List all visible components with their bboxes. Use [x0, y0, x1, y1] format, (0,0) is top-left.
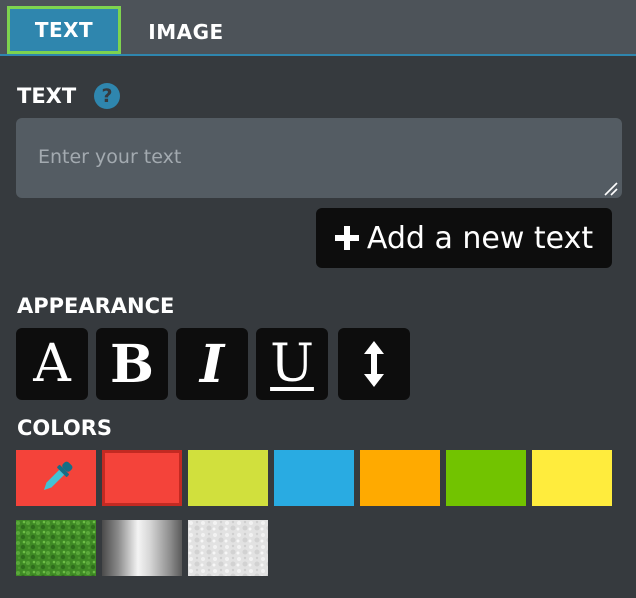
vertical-arrows-icon: [364, 341, 384, 387]
color-swatch-chrome-texture[interactable]: [102, 520, 182, 576]
line-height-button[interactable]: [338, 328, 410, 400]
bold-glyph: B: [110, 333, 154, 395]
question-circle-icon[interactable]: ?: [94, 83, 120, 109]
color-swatch-yellow[interactable]: [532, 450, 612, 506]
underline-glyph: U: [270, 334, 314, 394]
colors-section-label: COLORS: [17, 416, 113, 440]
tab-text[interactable]: TEXT: [7, 6, 121, 54]
color-swatch-grass-texture[interactable]: [16, 520, 96, 576]
italic-glyph: I: [199, 333, 225, 395]
text-section-label: TEXT: [17, 84, 77, 108]
color-swatch-white-texture[interactable]: [188, 520, 268, 576]
plus-icon: [334, 226, 359, 250]
underline-button[interactable]: U: [256, 328, 328, 400]
add-new-text-label: Add a new text: [366, 220, 594, 256]
color-swatch-sky-blue[interactable]: [274, 450, 354, 506]
text-input[interactable]: [16, 118, 622, 198]
tab-bar: TEXT IMAGE: [0, 0, 636, 56]
font-family-button[interactable]: A: [16, 328, 88, 400]
bold-button[interactable]: B: [96, 328, 168, 400]
color-swatch-lime[interactable]: [188, 450, 268, 506]
color-swatch-red[interactable]: [102, 450, 182, 506]
italic-button[interactable]: I: [176, 328, 248, 400]
resize-grip-icon[interactable]: [602, 180, 618, 196]
color-swatch-green[interactable]: [446, 450, 526, 506]
color-swatch-eyedropper[interactable]: [16, 450, 96, 506]
appearance-section-label: APPEARANCE: [17, 294, 175, 318]
font-family-glyph: A: [33, 334, 71, 394]
color-swatch-orange[interactable]: [360, 450, 440, 506]
add-new-text-button[interactable]: Add a new text: [316, 208, 612, 268]
tab-image[interactable]: IMAGE: [134, 8, 238, 56]
